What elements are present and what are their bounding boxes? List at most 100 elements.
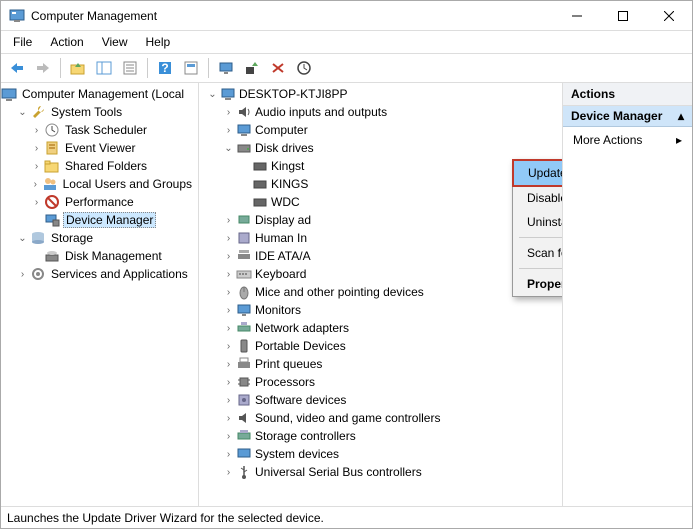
performance-icon bbox=[44, 194, 60, 210]
properties-icon[interactable] bbox=[118, 57, 142, 79]
export-icon[interactable] bbox=[179, 57, 203, 79]
device-storage-controllers[interactable]: ›Storage controllers bbox=[199, 427, 562, 445]
tree-device-manager[interactable]: Device Manager bbox=[1, 211, 198, 229]
device-disk-drives[interactable]: ⌄Disk drives bbox=[199, 139, 562, 157]
device-usb[interactable]: ›Universal Serial Bus controllers bbox=[199, 463, 562, 481]
minimize-button[interactable] bbox=[554, 1, 600, 31]
portable-icon bbox=[236, 338, 252, 354]
expand-icon[interactable]: › bbox=[221, 125, 236, 136]
back-button[interactable] bbox=[5, 57, 29, 79]
expand-icon[interactable]: › bbox=[221, 467, 236, 478]
tree-shared-folders[interactable]: › Shared Folders bbox=[1, 157, 198, 175]
device-hid[interactable]: ›Human In bbox=[199, 229, 562, 247]
tree-event-viewer[interactable]: › Event Viewer bbox=[1, 139, 198, 157]
forward-button[interactable] bbox=[31, 57, 55, 79]
tree-storage[interactable]: ⌄ Storage bbox=[1, 229, 198, 247]
collapse-icon[interactable]: ⌄ bbox=[221, 143, 236, 154]
menu-action[interactable]: Action bbox=[44, 33, 89, 51]
expand-icon[interactable]: › bbox=[29, 125, 44, 136]
device-root[interactable]: ⌄DESKTOP-KTJI8PP bbox=[199, 85, 562, 103]
device-processors[interactable]: ›Processors bbox=[199, 373, 562, 391]
uninstall-icon[interactable] bbox=[292, 57, 316, 79]
expand-icon[interactable]: › bbox=[221, 377, 236, 388]
expand-icon[interactable]: › bbox=[221, 395, 236, 406]
expand-icon[interactable]: › bbox=[221, 341, 236, 352]
maximize-button[interactable] bbox=[600, 1, 646, 31]
folder-up-icon[interactable] bbox=[66, 57, 90, 79]
menu-help[interactable]: Help bbox=[140, 33, 177, 51]
expand-icon[interactable]: › bbox=[221, 449, 236, 460]
device-print-queues[interactable]: ›Print queues bbox=[199, 355, 562, 373]
tree-root[interactable]: Computer Management (Local bbox=[1, 85, 198, 103]
expand-icon[interactable]: › bbox=[221, 251, 236, 262]
expand-icon[interactable]: › bbox=[29, 161, 44, 172]
update-driver-icon[interactable] bbox=[240, 57, 264, 79]
device-network[interactable]: ›Network adapters bbox=[199, 319, 562, 337]
menu-file[interactable]: File bbox=[7, 33, 38, 51]
ctx-update-driver[interactable]: Update driver bbox=[512, 159, 562, 187]
storage-icon bbox=[30, 230, 46, 246]
expand-icon[interactable]: › bbox=[29, 197, 44, 208]
device-disk-item[interactable]: WDC bbox=[199, 193, 562, 211]
window-title: Computer Management bbox=[31, 9, 554, 23]
ctx-separator bbox=[519, 268, 562, 269]
expand-icon[interactable]: › bbox=[29, 143, 44, 154]
expand-icon[interactable]: › bbox=[221, 359, 236, 370]
device-sound[interactable]: ›Sound, video and game controllers bbox=[199, 409, 562, 427]
disable-icon[interactable] bbox=[266, 57, 290, 79]
expand-icon[interactable]: › bbox=[29, 179, 42, 190]
expand-icon[interactable]: › bbox=[221, 323, 236, 334]
device-ide[interactable]: ›IDE ATA/A bbox=[199, 247, 562, 265]
monitor-icon[interactable] bbox=[214, 57, 238, 79]
help-icon[interactable]: ? bbox=[153, 57, 177, 79]
menu-view[interactable]: View bbox=[96, 33, 134, 51]
close-button[interactable] bbox=[646, 1, 692, 31]
expand-icon[interactable]: › bbox=[221, 215, 236, 226]
expand-icon[interactable]: › bbox=[221, 413, 236, 424]
expand-icon[interactable]: › bbox=[221, 431, 236, 442]
speaker-icon bbox=[236, 104, 252, 120]
expand-icon[interactable]: › bbox=[221, 287, 236, 298]
hid-icon bbox=[236, 230, 252, 246]
device-computer[interactable]: ›Computer bbox=[199, 121, 562, 139]
expand-icon[interactable]: › bbox=[221, 107, 236, 118]
device-keyboards[interactable]: ›Keyboard bbox=[199, 265, 562, 283]
device-monitors[interactable]: ›Monitors bbox=[199, 301, 562, 319]
ctx-uninstall-device[interactable]: Uninstall device bbox=[513, 210, 562, 234]
device-disk-item[interactable]: Kingst bbox=[199, 157, 562, 175]
disk-mgmt-icon bbox=[44, 248, 60, 264]
expand-icon[interactable]: › bbox=[221, 233, 236, 244]
console-tree[interactable]: Computer Management (Local ⌄ System Tool… bbox=[1, 83, 199, 506]
collapse-icon[interactable]: ⌄ bbox=[15, 233, 30, 244]
device-disk-item[interactable]: KINGS bbox=[199, 175, 562, 193]
device-manager-icon bbox=[44, 212, 60, 228]
collapse-icon[interactable]: ⌄ bbox=[15, 107, 30, 118]
actions-section[interactable]: Device Manager ▴ bbox=[563, 106, 692, 127]
actions-more[interactable]: More Actions ▸ bbox=[563, 127, 692, 153]
tree-services[interactable]: › Services and Applications bbox=[1, 265, 198, 283]
tree-system-tools[interactable]: ⌄ System Tools bbox=[1, 103, 198, 121]
device-audio[interactable]: ›Audio inputs and outputs bbox=[199, 103, 562, 121]
collapse-icon[interactable]: ⌄ bbox=[205, 89, 220, 100]
actions-pane: Actions Device Manager ▴ More Actions ▸ bbox=[562, 83, 692, 506]
device-software[interactable]: ›Software devices bbox=[199, 391, 562, 409]
tree-task-scheduler[interactable]: › Task Scheduler bbox=[1, 121, 198, 139]
expand-icon[interactable]: › bbox=[221, 305, 236, 316]
tree-disk-management[interactable]: Disk Management bbox=[1, 247, 198, 265]
disk-icon bbox=[252, 176, 268, 192]
chevron-up-icon: ▴ bbox=[678, 109, 684, 123]
tree-local-users[interactable]: › Local Users and Groups bbox=[1, 175, 198, 193]
expand-icon[interactable]: › bbox=[221, 269, 236, 280]
ctx-properties[interactable]: Properties bbox=[513, 272, 562, 296]
device-system[interactable]: ›System devices bbox=[199, 445, 562, 463]
device-portable[interactable]: ›Portable Devices bbox=[199, 337, 562, 355]
show-hide-tree-icon[interactable] bbox=[92, 57, 116, 79]
tree-performance[interactable]: › Performance bbox=[1, 193, 198, 211]
expand-icon[interactable]: › bbox=[15, 269, 30, 280]
device-mice[interactable]: ›Mice and other pointing devices bbox=[199, 283, 562, 301]
device-display[interactable]: ›Display ad bbox=[199, 211, 562, 229]
device-tree[interactable]: ⌄DESKTOP-KTJI8PP ›Audio inputs and outpu… bbox=[199, 83, 562, 506]
ctx-disable-device[interactable]: Disable device bbox=[513, 186, 562, 210]
ctx-scan-hardware[interactable]: Scan for hardware changes bbox=[513, 241, 562, 265]
actions-header: Actions bbox=[563, 83, 692, 106]
